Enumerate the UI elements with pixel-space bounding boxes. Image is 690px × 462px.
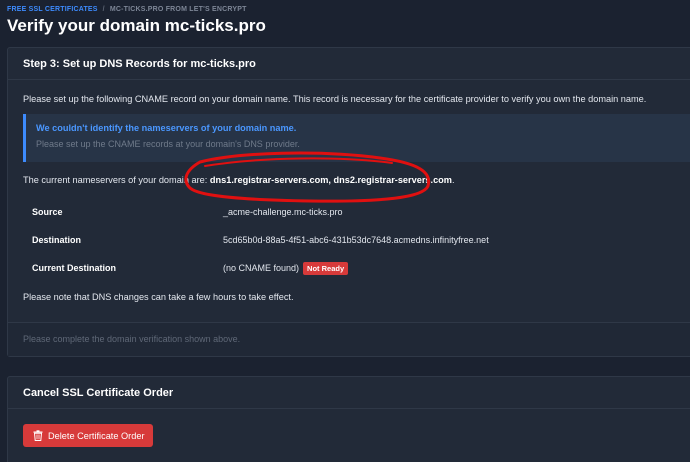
dns-propagation-note: Please note that DNS changes can take a …	[23, 292, 294, 302]
nameservers-prefix: The current nameservers of your domain a…	[23, 175, 208, 185]
nameservers-suffix: .	[451, 175, 455, 185]
nameservers-line: The current nameservers of your domain a…	[23, 175, 455, 185]
record-label: Destination	[32, 235, 82, 245]
record-label: Source	[32, 207, 63, 217]
dns-setup-card-header: Step 3: Set up DNS Records for mc-ticks.…	[8, 48, 690, 80]
dns-setup-card: Step 3: Set up DNS Records for mc-ticks.…	[7, 47, 690, 357]
record-value: _acme-challenge.mc-ticks.pro	[223, 207, 343, 217]
record-value: 5cd65b0d-88a5-4f51-abc6-431b53dc7648.acm…	[223, 235, 489, 245]
record-value-wrap: (no CNAME found) Not Ready	[223, 261, 349, 275]
delete-certificate-order-button[interactable]: Delete Certificate Order	[23, 424, 153, 447]
dns-intro-text: Please set up the following CNAME record…	[23, 94, 647, 104]
record-label: Current Destination	[32, 263, 117, 273]
trash-icon	[33, 430, 43, 441]
breadcrumb-current: MC-TICKS.PRO FROM LET'S ENCRYPT	[109, 6, 247, 13]
page-title: Verify your domain mc-ticks.pro	[7, 16, 266, 35]
record-row-source: Source _acme-challenge.mc-ticks.pro	[23, 198, 690, 226]
nameservers-value: dns1.registrar-servers.com, dns2.registr…	[209, 175, 452, 185]
delete-button-label: Delete Certificate Order	[48, 430, 145, 441]
nameserver-alert: We couldn't identify the nameservers of …	[23, 114, 690, 162]
record-row-current-destination: Current Destination (no CNAME found) Not…	[23, 254, 690, 282]
cancel-order-card: Cancel SSL Certificate Order Delete Cert…	[7, 376, 690, 462]
breadcrumb-separator: /	[102, 6, 105, 13]
breadcrumb-link-free-ssl[interactable]: FREE SSL CERTIFICATES	[7, 6, 98, 13]
status-badge: Not Ready	[303, 261, 349, 275]
record-value: (no CNAME found)	[223, 263, 300, 273]
dns-setup-card-footer: Please complete the domain verification …	[8, 322, 690, 356]
cname-record-table: Source _acme-challenge.mc-ticks.pro Dest…	[23, 198, 690, 282]
breadcrumb: FREE SSL CERTIFICATES / MC-TICKS.PRO FRO…	[7, 6, 247, 13]
alert-text: Please set up the CNAME records at your …	[36, 139, 300, 149]
cancel-order-card-header: Cancel SSL Certificate Order	[8, 377, 690, 409]
record-row-destination: Destination 5cd65b0d-88a5-4f51-abc6-431b…	[23, 226, 690, 254]
alert-title: We couldn't identify the nameservers of …	[36, 123, 297, 133]
